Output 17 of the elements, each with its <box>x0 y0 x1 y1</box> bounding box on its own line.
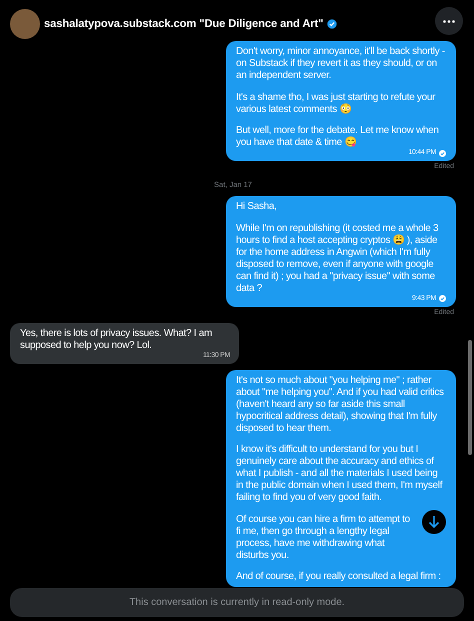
down-arrow-icon <box>427 514 441 528</box>
message-text: It's not so much about "you helping me" ; rather about "me helping you". And if you had valid critics (haven't heard any so far aside this small hypocritical address detail), showing that I'm fully disposed to hear them. <box>236 374 445 434</box>
more-icon <box>443 20 455 22</box>
message-text: But well, more for the debate. Let me know when you have that date & time 😋 <box>236 125 440 149</box>
more-options-button[interactable] <box>435 7 463 35</box>
message-text: Don't worry, minor annoyance, it'll be back shortly - on Substack if they revert it as they should, or on an independent server. <box>236 46 446 82</box>
message-text: I know it's difficult to understand for you but I genuinely care about the accuracy and ethics of what I publish - and all the materials I used being in the public domain when I used them, I'm myself failing to find you of very good faith. <box>236 444 444 504</box>
message-text: Hi Sasha, <box>236 201 278 213</box>
message-text: And of course, if you really consulted a legal firm : <box>236 571 442 583</box>
read-only-notice: This conversation is currently in read-only mode. <box>10 588 464 617</box>
message-text: While I'm on republishing (it costed me a whole 3 hours to find a host accepting cryptos 😩 ), aside for the home address in Angwin (which I'm fully disposed to remove, even if anyone with google can find it) ; you had a "privacy issue" with some data ? <box>236 222 440 294</box>
scroll-down-button[interactable] <box>422 510 446 534</box>
message-text: Yes, there is lots of privacy issues. What? I am supposed to help you now? Lol. <box>20 328 213 352</box>
avatar-photo[interactable] <box>10 9 40 39</box>
conversation-title: sashalatypova.substack.com "Due Diligence and Art" <box>44 18 324 30</box>
message-text: Of course you can hire a firm to attempt to fi me, then go through a lengthy legal process, have me withdrawing what disturbs you. <box>236 514 411 562</box>
message-text: It's a shame tho, I was just starting to refute your various latest comments 😳 <box>236 92 436 116</box>
